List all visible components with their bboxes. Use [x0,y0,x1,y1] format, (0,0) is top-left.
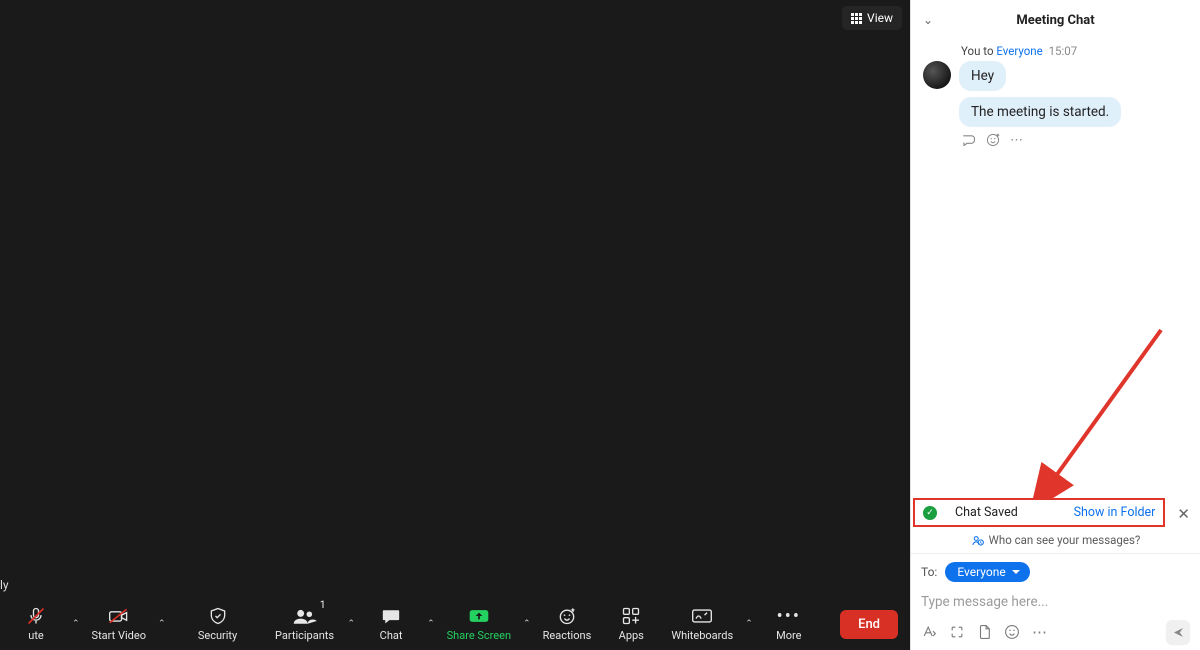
participants-icon [292,606,318,626]
who-can-see-link[interactable]: Who can see your messages? [911,529,1200,553]
whiteboard-icon [691,606,713,626]
reply-icon[interactable] [961,133,976,148]
view-label: View [867,11,893,25]
participants-button[interactable]: 1 Participants [266,602,344,646]
chat-body: You to Everyone 15:07 Hey The meeting is… [911,40,1200,498]
chat-title: Meeting Chat [1016,13,1094,28]
corner-text: ly [0,578,9,592]
whiteboards-caret[interactable]: ⌃ [741,619,757,629]
react-icon[interactable] [986,133,1000,148]
video-caret[interactable]: ⌃ [154,619,170,629]
compose-more-icon[interactable]: ⋯ [1032,623,1047,641]
chat-icon [381,606,401,626]
recipient-selector-label: Everyone [957,565,1005,579]
message-meta: You to Everyone 15:07 [961,44,1190,58]
mute-caret[interactable]: ⌃ [68,619,84,629]
format-icon[interactable] [921,624,937,640]
message-time: 15:07 [1049,44,1078,58]
message-input[interactable] [921,590,1190,620]
participants-label: Participants [275,629,334,642]
start-video-label: Start Video [92,629,146,642]
message-more-icon[interactable]: ⋯ [1010,133,1023,148]
message-row: The meeting is started. [959,97,1190,127]
message-bubble: Hey [959,61,1006,91]
compose-toolbar: ⋯ [921,620,1190,644]
screenshot-icon[interactable] [949,624,965,640]
share-screen-label: Share Screen [447,629,511,642]
message-actions: ⋯ [961,133,1190,148]
to-row: To: Everyone [921,562,1190,582]
sender-prefix: You to [961,44,996,58]
whiteboards-label: Whiteboards [671,629,733,642]
share-screen-button[interactable]: Share Screen [439,602,519,646]
meeting-toolbar: ute ⌃ Start Video ⌃ Security [0,598,910,650]
meeting-video-area: View ly ute ⌃ Start Video ⌃ [0,0,910,650]
participants-caret[interactable]: ⌃ [344,619,360,629]
avatar [923,61,951,89]
recipient-link[interactable]: Everyone [996,44,1042,58]
to-label: To: [921,565,937,579]
annotation-arrow [1021,320,1181,498]
share-screen-icon [468,606,490,626]
share-caret[interactable]: ⌃ [519,619,535,629]
mute-button[interactable]: ute [4,602,68,646]
grid-icon [851,13,862,24]
reactions-icon [557,606,577,626]
chat-caret[interactable]: ⌃ [423,619,439,629]
apps-button[interactable]: Apps [599,602,663,646]
camera-slash-icon [108,606,130,626]
chat-saved-label: Chat Saved [955,505,1018,520]
security-label: Security [198,629,237,642]
chat-label: Chat [380,629,403,642]
emoji-icon[interactable] [1004,624,1020,640]
message-bubble: The meeting is started. [959,97,1121,127]
message-row: Hey [923,61,1190,91]
who-can-see-text: Who can see your messages? [989,533,1141,547]
send-button[interactable] [1166,620,1190,644]
recipient-selector[interactable]: Everyone [945,562,1029,582]
more-button[interactable]: ••• More [757,602,821,646]
security-button[interactable]: Security [186,602,250,646]
view-button[interactable]: View [842,6,902,30]
start-video-button[interactable]: Start Video [84,602,154,646]
chat-button[interactable]: Chat [359,602,423,646]
more-icon: ••• [777,606,801,626]
chat-saved-banner: ✓ Chat Saved Show in Folder [913,498,1165,527]
chat-collapse-icon[interactable]: ⌄ [923,13,933,27]
microphone-slash-icon [26,606,46,626]
chat-panel: ⌄ Meeting Chat You to Everyone 15:07 Hey… [910,0,1200,650]
check-circle-icon: ✓ [923,506,937,520]
more-label: More [776,629,801,642]
apps-icon [621,606,641,626]
chat-header: ⌄ Meeting Chat [911,0,1200,40]
participants-badge: 1 [320,600,326,611]
reactions-label: Reactions [543,629,592,642]
file-icon[interactable] [977,624,992,640]
show-in-folder-link[interactable]: Show in Folder [1074,505,1156,520]
shield-icon [208,606,228,626]
apps-label: Apps [619,629,644,642]
banner-close-icon[interactable]: ✕ [1167,505,1200,523]
reactions-button[interactable]: Reactions [535,602,600,646]
video-main: View ly [0,0,910,598]
compose-area: To: Everyone ⋯ [911,553,1200,650]
end-button[interactable]: End [840,610,898,639]
whiteboards-button[interactable]: Whiteboards [663,602,741,646]
person-info-icon [971,534,984,547]
mute-label: ute [28,629,44,642]
